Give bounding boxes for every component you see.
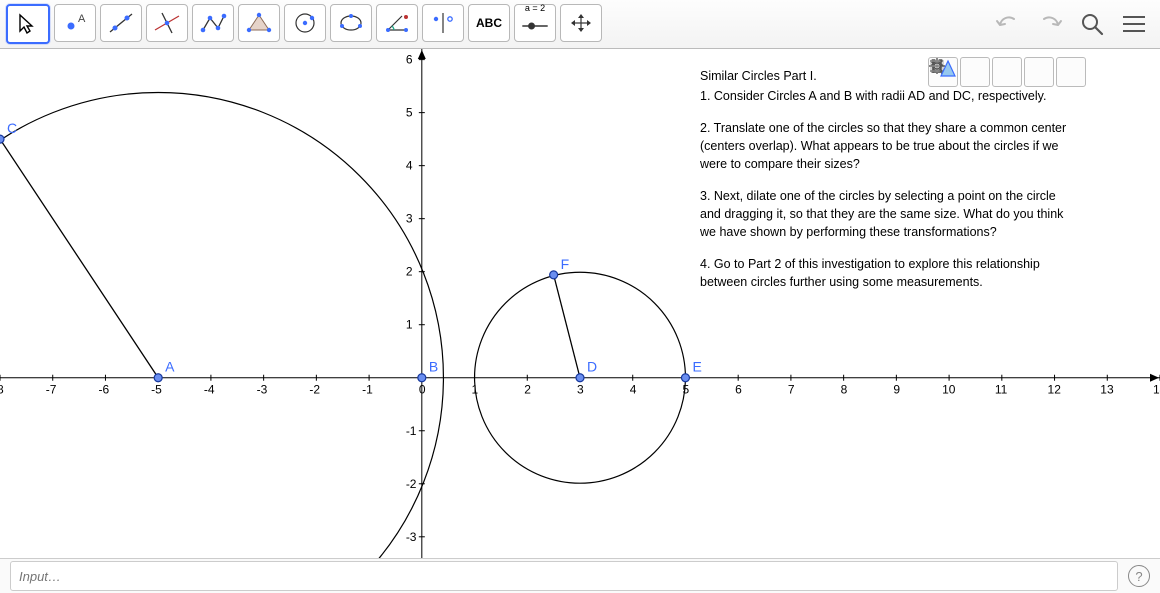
point-tool[interactable]: A [54, 4, 96, 42]
svg-text:12: 12 [1048, 383, 1062, 397]
polyline-tool[interactable] [192, 4, 234, 42]
search-button[interactable] [1078, 10, 1106, 38]
point-A[interactable] [154, 374, 162, 382]
svg-text:-4: -4 [204, 383, 215, 397]
svg-text:10: 10 [942, 383, 956, 397]
tool-group: A ABC a = 2 [6, 4, 602, 44]
svg-text:4: 4 [630, 383, 637, 397]
svg-text:2: 2 [406, 265, 413, 279]
svg-text:-2: -2 [309, 383, 320, 397]
svg-text:-8: -8 [0, 383, 4, 397]
svg-text:-3: -3 [406, 530, 417, 544]
svg-text:11: 11 [995, 383, 1008, 397]
svg-text:3: 3 [406, 212, 413, 226]
svg-text:-7: -7 [46, 383, 57, 397]
view-more-button[interactable] [1088, 58, 1116, 86]
svg-text:14: 14 [1153, 383, 1160, 397]
circle-center-tool[interactable] [284, 4, 326, 42]
svg-text:-1: -1 [362, 383, 373, 397]
svg-text:A: A [78, 13, 86, 25]
svg-text:-5: -5 [151, 383, 162, 397]
svg-text:-2: -2 [406, 477, 417, 491]
svg-text:9: 9 [893, 383, 900, 397]
point-E[interactable] [681, 374, 689, 382]
instruction-panel: Similar Circles Part I. 1. Consider Circ… [700, 67, 1080, 305]
polygon-tool[interactable] [238, 4, 280, 42]
instructions-q3: 3. Next, dilate one of the circles by se… [700, 187, 1080, 241]
text-tool[interactable]: ABC [468, 4, 510, 42]
svg-text:13: 13 [1100, 383, 1114, 397]
line-tool[interactable] [100, 4, 142, 42]
point-label-B: B [429, 359, 438, 375]
instructions-q2: 2. Translate one of the circles so that … [700, 119, 1080, 173]
svg-text:4: 4 [406, 159, 413, 173]
point-F[interactable] [550, 271, 558, 279]
svg-text:2: 2 [524, 383, 531, 397]
svg-text:-1: -1 [406, 424, 417, 438]
input-bar: ? [0, 558, 1160, 593]
svg-text:6: 6 [735, 383, 742, 397]
point-B[interactable] [418, 374, 426, 382]
home-view-button[interactable] [992, 57, 1022, 87]
svg-text:1: 1 [406, 318, 413, 332]
svg-text:-3: -3 [257, 383, 268, 397]
main-toolbar: A ABC a = 2 [0, 0, 1160, 49]
graphics-view[interactable]: -8-7-6-5-4-3-2-101234567891011121314-3-2… [0, 49, 1160, 558]
point-label-C: C [7, 120, 17, 136]
perpendicular-tool[interactable] [146, 4, 188, 42]
svg-text:-6: -6 [98, 383, 109, 397]
svg-text:5: 5 [406, 106, 413, 120]
point-D[interactable] [576, 374, 584, 382]
text-tool-label: ABC [476, 16, 502, 30]
point-label-A: A [165, 359, 175, 375]
toolbar-right [994, 10, 1154, 38]
algebra-input[interactable] [10, 561, 1118, 591]
construction-protocol-button[interactable] [1118, 57, 1152, 87]
instructions-q4: 4. Go to Part 2 of this investigation to… [700, 255, 1080, 291]
svg-text:6: 6 [406, 53, 413, 67]
conic-tool[interactable] [330, 4, 372, 42]
point-label-D: D [587, 359, 597, 375]
svg-text:3: 3 [577, 383, 584, 397]
point-C[interactable] [0, 135, 4, 143]
svg-text:0: 0 [419, 383, 426, 397]
svg-text:8: 8 [841, 383, 848, 397]
hamburger-icon [1123, 16, 1145, 32]
menu-button[interactable] [1120, 10, 1148, 38]
undo-button[interactable] [994, 10, 1022, 38]
slider-tool[interactable]: a = 2 [514, 4, 556, 42]
redo-button[interactable] [1036, 10, 1064, 38]
point-label-E: E [692, 359, 701, 375]
move-tool[interactable] [6, 4, 50, 44]
instructions-q1: 1. Consider Circles A and B with radii A… [700, 87, 1080, 105]
svg-text:7: 7 [788, 383, 795, 397]
snap-button[interactable] [1024, 57, 1054, 87]
help-button[interactable]: ? [1128, 565, 1150, 587]
angle-tool[interactable] [376, 4, 418, 42]
point-label-F: F [561, 256, 570, 272]
slider-tool-label: a = 2 [520, 3, 550, 13]
show-grid-button[interactable] [960, 57, 990, 87]
view-toolbar [928, 57, 1152, 87]
view-settings-button[interactable] [1056, 57, 1086, 87]
move-view-tool[interactable] [560, 4, 602, 42]
reflect-tool[interactable] [422, 4, 464, 42]
